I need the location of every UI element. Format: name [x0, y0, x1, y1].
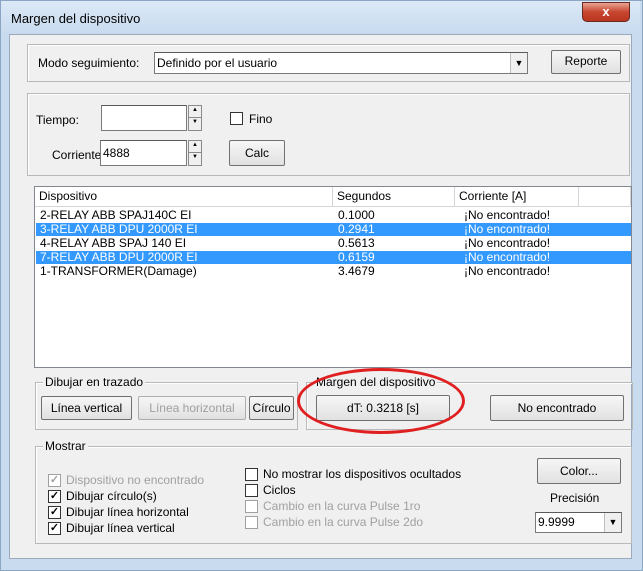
corriente-spinner[interactable]: ▲ ▼ [188, 140, 202, 166]
color-button[interactable]: Color... [537, 458, 621, 484]
spin-up-icon[interactable]: ▲ [189, 106, 201, 118]
title-bar[interactable]: Margen del dispositivo [1, 1, 640, 35]
circulo-button[interactable]: Círculo [249, 396, 294, 420]
header-dispositivo[interactable]: Dispositivo [35, 187, 333, 207]
current-cell: ¡No encontrado! [464, 236, 551, 250]
device-cell: 2-RELAY ABB SPAJ140C EI [40, 208, 192, 222]
checkbox[interactable]: ✓ [48, 490, 61, 503]
seconds-cell: 0.2941 [338, 222, 375, 236]
spin-up-icon[interactable]: ▲ [189, 141, 201, 153]
checkbox-label: Dispositivo no encontrado [66, 473, 205, 487]
checkbox[interactable] [245, 500, 258, 513]
device-table[interactable]: Dispositivo Segundos Corriente [A] 2-REL… [34, 186, 632, 368]
calc-button[interactable]: Calc [229, 140, 285, 166]
mode-select[interactable]: Definido por el usuario ▼ [154, 52, 528, 74]
fino-checkbox[interactable] [230, 112, 243, 125]
checkbox[interactable]: ✓ [48, 522, 61, 535]
device-cell: 4-RELAY ABB SPAJ 140 EI [40, 236, 187, 250]
checkbox-label: Cambio en la curva Pulse 1ro [263, 499, 421, 513]
dibujar-title: Dibujar en trazado [43, 375, 146, 389]
corriente-input[interactable]: 4888 [100, 140, 187, 166]
current-cell: ¡No encontrado! [464, 250, 551, 264]
linea-horizontal-button[interactable]: Línea horizontal [138, 396, 246, 420]
checkbox-label: Dibujar línea vertical [66, 521, 175, 535]
chevron-down-icon[interactable]: ▼ [604, 513, 621, 532]
checkbox[interactable]: ✓ [48, 506, 61, 519]
seconds-cell: 3.4679 [338, 264, 375, 278]
checkbox-label: Dibujar círculo(s) [66, 489, 157, 503]
mostrar-title: Mostrar [43, 439, 88, 453]
precision-value: 9.9999 [538, 515, 575, 529]
spin-down-icon[interactable]: ▼ [189, 153, 201, 165]
seconds-cell: 0.1000 [338, 208, 375, 222]
tiempo-label: Tiempo: [36, 113, 79, 127]
seconds-cell: 0.6159 [338, 250, 375, 264]
table-row[interactable]: 3-RELAY ABB DPU 2000R EI 0.2941 ¡No encont… [36, 223, 631, 236]
close-button[interactable]: x [582, 2, 630, 22]
linea-vertical-button[interactable]: Línea vertical [41, 396, 132, 420]
table-row[interactable]: 4-RELAY ABB SPAJ 140 EI 0.5613 ¡No encontr… [36, 237, 631, 250]
precision-label: Precisión [550, 491, 600, 505]
fino-label: Fino [249, 112, 273, 126]
spin-down-icon[interactable]: ▼ [189, 118, 201, 130]
checkbox-label: Ciclos [263, 483, 296, 497]
current-cell: ¡No encontrado! [464, 264, 551, 278]
checkbox[interactable]: ✓ [48, 474, 61, 487]
seconds-cell: 0.5613 [338, 236, 375, 250]
table-row[interactable]: 1-TRANSFORMER(Damage) 3.4679 ¡No encontrad… [36, 265, 631, 278]
checkbox-label: No mostrar los dispositivos ocultados [263, 467, 462, 481]
device-cell: 7-RELAY ABB DPU 2000R EI [40, 250, 198, 264]
tiempo-spinner[interactable]: ▲ ▼ [188, 105, 202, 131]
header-corriente[interactable]: Corriente [A] [455, 187, 579, 207]
corriente-label: Corriente: [52, 148, 105, 162]
mode-label: Modo seguimiento: [38, 56, 140, 70]
device-cell: 1-TRANSFORMER(Damage) [40, 264, 197, 278]
precision-select[interactable]: 9.9999 ▼ [535, 512, 622, 533]
chevron-down-icon[interactable]: ▼ [510, 53, 527, 73]
device-cell: 3-RELAY ABB DPU 2000R EI [40, 222, 198, 236]
header-segundos[interactable]: Segundos [333, 187, 455, 207]
current-cell: ¡No encontrado! [464, 208, 551, 222]
status-button[interactable]: No encontrado [490, 395, 624, 421]
checkbox-label: Dibujar línea horizontal [66, 505, 189, 519]
annotation-ellipse [297, 368, 465, 434]
checkbox-label: Cambio en la curva Pulse 2do [263, 515, 424, 529]
report-button[interactable]: Reporte [551, 50, 621, 74]
header-blank [579, 187, 631, 207]
mode-select-value: Definido por el usuario [157, 56, 278, 70]
tiempo-input[interactable] [101, 105, 187, 131]
checkbox[interactable] [245, 484, 258, 497]
checkbox[interactable] [245, 516, 258, 529]
window-title: Margen del dispositivo [11, 11, 141, 26]
table-row[interactable]: 7-RELAY ABB DPU 2000R EI 0.6159 ¡No encont… [36, 251, 631, 264]
table-row[interactable]: 2-RELAY ABB SPAJ140C EI 0.1000 ¡No encontr… [36, 209, 631, 222]
current-cell: ¡No encontrado! [464, 222, 551, 236]
checkbox[interactable] [245, 468, 258, 481]
